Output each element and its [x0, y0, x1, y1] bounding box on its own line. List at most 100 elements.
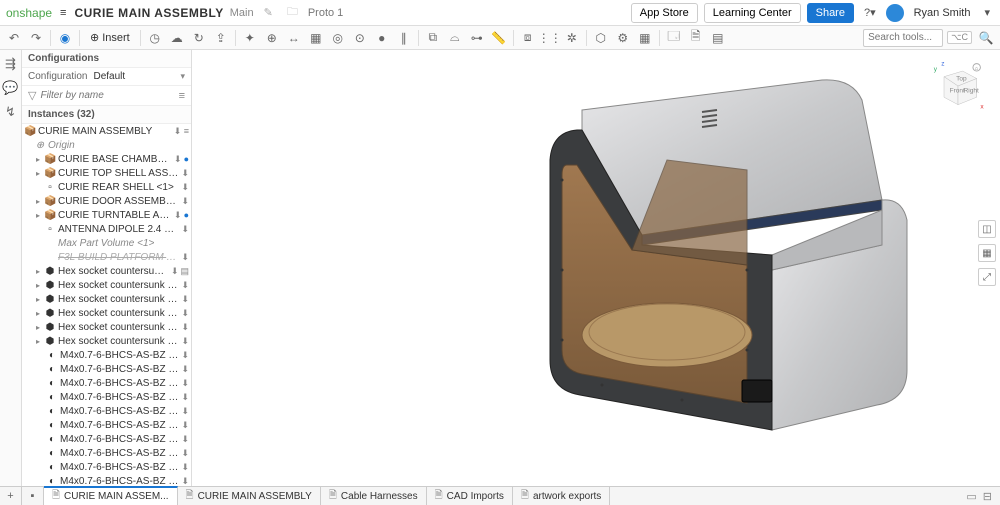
- tool-cloud-icon[interactable]: ☁: [167, 28, 187, 48]
- view-button[interactable]: ◉: [55, 28, 75, 48]
- mate-pin-icon[interactable]: ⊙: [350, 28, 370, 48]
- instance-tree[interactable]: 📦 CURIE MAIN ASSEMBLY ⬇ ≡ ⊕ Origin ▸📦CUR…: [22, 124, 191, 486]
- folder-name[interactable]: Proto 1: [308, 7, 343, 19]
- tool-share-icon[interactable]: ⇪: [211, 28, 231, 48]
- undo-button[interactable]: ↶: [4, 28, 24, 48]
- tree-root-actions[interactable]: ⬇ ≡: [174, 126, 189, 137]
- group-icon[interactable]: ⧉: [423, 28, 443, 48]
- tree-screw-item[interactable]: ▸⬢Hex socket countersunk head screw M4x.…: [22, 306, 191, 320]
- app-store-button[interactable]: App Store: [631, 3, 698, 23]
- mate-ball-icon[interactable]: ●: [372, 28, 392, 48]
- bom-icon[interactable]: ▤: [708, 28, 728, 48]
- tree-bhcs-item[interactable]: ◐M4x0.7-6-BHCS-AS-BZ <8>⬇: [22, 446, 191, 460]
- named-view-icon[interactable]: 🗔: [664, 28, 684, 48]
- tree-item[interactable]: ▫ANTENNA DIPOLE 2.4 GHZ RP-S...⬇: [22, 222, 191, 236]
- snap-icon[interactable]: ⬡: [591, 28, 611, 48]
- tree-bhcs-item[interactable]: ◐M4x0.7-6-BHCS-AS-BZ <6>⬇: [22, 418, 191, 432]
- expand-arrow-icon[interactable]: ▸: [34, 295, 42, 304]
- feature-tree-icon[interactable]: ⇶: [3, 56, 19, 72]
- tree-bhcs-item[interactable]: ◐M4x0.7-6-BHCS-AS-BZ <5>⬇: [22, 404, 191, 418]
- tree-item[interactable]: Max Part Volume <1>: [22, 236, 191, 250]
- view-cube[interactable]: Front Right Top y z x ⌂: [930, 58, 986, 114]
- expand-arrow-icon[interactable]: ▸: [34, 211, 42, 220]
- tree-screw-item[interactable]: ▸⬢Hex socket countersunk head screw M4x.…: [22, 334, 191, 348]
- mate-cylindrical-icon[interactable]: ◎: [328, 28, 348, 48]
- user-name[interactable]: Ryan Smith: [910, 7, 975, 19]
- tree-bhcs-item[interactable]: ◐M4x0.7-6-BHCS-AS-BZ <4>⬇: [22, 390, 191, 404]
- pattern-linear-icon[interactable]: ⋮⋮: [540, 28, 560, 48]
- versions-icon[interactable]: ↯: [3, 104, 19, 120]
- tab-menu-button[interactable]: ▪: [22, 487, 44, 505]
- tree-bhcs-item[interactable]: ◐M4x0.7-6-BHCS-AS-BZ <9>⬇: [22, 460, 191, 474]
- tool-search-input[interactable]: [863, 29, 943, 47]
- measure-icon[interactable]: 📏: [489, 28, 509, 48]
- document-tab[interactable]: 🗎artwork exports: [513, 487, 610, 505]
- display-icon[interactable]: ▦: [635, 28, 655, 48]
- mate-revolute-icon[interactable]: ⊕: [262, 28, 282, 48]
- gear-icon[interactable]: ⚙: [613, 28, 633, 48]
- expand-arrow-icon[interactable]: ▸: [34, 309, 42, 318]
- comments-icon[interactable]: 💬: [3, 80, 19, 96]
- tree-item[interactable]: ▫CURIE REAR SHELL <1>⬇: [22, 180, 191, 194]
- mate-parallel-icon[interactable]: ∥: [394, 28, 414, 48]
- expand-arrow-icon[interactable]: ▸: [34, 155, 42, 164]
- user-menu-chevron-icon[interactable]: ▾: [980, 6, 994, 19]
- mate-fastened-icon[interactable]: ✦: [240, 28, 260, 48]
- zoom-fit-icon[interactable]: ⤢: [978, 268, 996, 286]
- tree-bhcs-item[interactable]: ◐M4x0.7-6-BHCS-AS-BZ <3>⬇: [22, 376, 191, 390]
- tree-bhcs-item[interactable]: ◐M4x0.7-6-BHCS-AS-BZ <1>⬇: [22, 348, 191, 362]
- tree-screw-item[interactable]: ▸⬢Hex socket countersunk head screw M4x.…: [22, 320, 191, 334]
- tree-screw-item[interactable]: ▸⬢Hex socket countersunk head screw M4x.…: [22, 264, 191, 278]
- expand-arrow-icon[interactable]: ▸: [34, 197, 42, 206]
- document-tab[interactable]: 🗎Cable Harnesses: [321, 487, 427, 505]
- help-icon[interactable]: ?▾: [860, 6, 880, 19]
- tree-item[interactable]: ▸📦CURIE TURNTABLE ASSEMBLY <...⬇ ●: [22, 208, 191, 222]
- tree-item[interactable]: ▸📦CURIE BASE CHAMBER ASSEM...⬇ ●: [22, 152, 191, 166]
- list-view-icon[interactable]: ≡: [179, 90, 185, 102]
- expand-arrow-icon[interactable]: ▸: [34, 281, 42, 290]
- hide-show-icon[interactable]: ▦: [978, 244, 996, 262]
- relation-icon[interactable]: ⊶: [467, 28, 487, 48]
- configuration-chevron-icon[interactable]: ▾: [180, 71, 185, 82]
- tree-origin[interactable]: ⊕ Origin: [22, 138, 191, 152]
- hamburger-icon[interactable]: ≡: [58, 7, 68, 19]
- tree-screw-item[interactable]: ▸⬢Hex socket countersunk head screw M4x.…: [22, 278, 191, 292]
- expand-arrow-icon[interactable]: ▸: [34, 323, 42, 332]
- section-view-icon[interactable]: ◫: [978, 220, 996, 238]
- filter-input[interactable]: [40, 90, 174, 101]
- tree-bhcs-item[interactable]: ◐M4x0.7-6-BHCS-AS-BZ <7>⬇: [22, 432, 191, 446]
- expand-arrow-icon[interactable]: ▸: [34, 169, 42, 178]
- redo-button[interactable]: ↷: [26, 28, 46, 48]
- user-avatar[interactable]: [886, 4, 904, 22]
- mate-slider-icon[interactable]: ↔: [284, 28, 304, 48]
- tool-sync-icon[interactable]: ↻: [189, 28, 209, 48]
- expand-arrow-icon[interactable]: ▸: [34, 267, 42, 276]
- tree-item[interactable]: ▸📦CURIE DOOR ASSEMBLY <... ◆⬇: [22, 194, 191, 208]
- tree-bhcs-item[interactable]: ◐M4x0.7-6-BHCS-AS-BZ <2>⬇: [22, 362, 191, 376]
- document-title[interactable]: CURIE MAIN ASSEMBLY: [74, 6, 223, 20]
- rename-icon[interactable]: ✎: [260, 6, 277, 19]
- 3d-viewport[interactable]: Front Right Top y z x ⌂ ◫ ▦ ⤢: [192, 50, 1000, 486]
- expand-arrow-icon[interactable]: ▸: [34, 337, 42, 346]
- tool-clock-icon[interactable]: ◷: [145, 28, 165, 48]
- tree-bhcs-item[interactable]: ◐M4x0.7-6-BHCS-AS-BZ <10>⬇: [22, 474, 191, 486]
- tab-close-icon[interactable]: ⊟: [983, 490, 992, 503]
- document-tab[interactable]: 🗎CURIE MAIN ASSEMBLY: [178, 487, 321, 505]
- add-tab-button[interactable]: +: [0, 487, 22, 505]
- folder-icon[interactable]: 🗀: [283, 3, 302, 22]
- share-button[interactable]: Share: [807, 3, 854, 23]
- tangent-icon[interactable]: ⌓: [445, 28, 465, 48]
- filter-icon[interactable]: ▽: [28, 89, 36, 102]
- tree-item[interactable]: ▸📦CURIE TOP SHELL ASSEMBLY <1>⬇: [22, 166, 191, 180]
- tree-item[interactable]: F3L BUILD PLATFORM ASSEMBL...⬇: [22, 250, 191, 264]
- document-tab[interactable]: 🗎CAD Imports: [427, 487, 513, 505]
- tree-screw-item[interactable]: ▸⬢Hex socket countersunk head screw M4x.…: [22, 292, 191, 306]
- pattern-circular-icon[interactable]: ✲: [562, 28, 582, 48]
- learning-center-button[interactable]: Learning Center: [704, 3, 801, 23]
- mate-planar-icon[interactable]: ▦: [306, 28, 326, 48]
- document-tab[interactable]: 🗎CURIE MAIN ASSEM...: [44, 486, 178, 505]
- tab-overflow-icon[interactable]: ▭: [966, 490, 976, 503]
- export-icon[interactable]: 🗎: [686, 28, 706, 48]
- insert-button[interactable]: ⊕Insert: [84, 28, 136, 48]
- replicate-icon[interactable]: ⧈: [518, 28, 538, 48]
